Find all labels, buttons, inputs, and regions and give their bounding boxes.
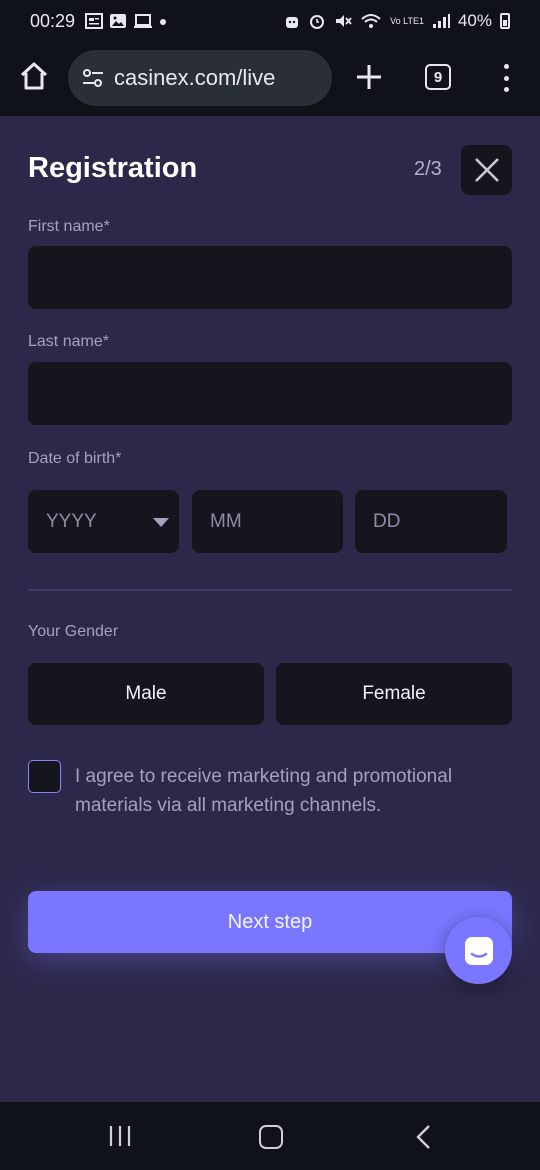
dot-icon xyxy=(160,19,167,25)
divider xyxy=(28,589,512,591)
notification-icons xyxy=(85,13,167,29)
browser-toolbar: casinex.com/live 9 xyxy=(0,42,540,116)
home-icon[interactable] xyxy=(18,60,50,92)
back-icon[interactable] xyxy=(412,1124,436,1150)
status-right: Vo LTE1 40% xyxy=(284,11,510,31)
system-nav-bar xyxy=(0,1102,540,1170)
laptop-icon xyxy=(134,14,153,28)
first-name-label: First name* xyxy=(28,218,110,235)
signal-icon xyxy=(432,14,450,28)
last-name-input[interactable] xyxy=(28,362,512,425)
plus-icon[interactable] xyxy=(354,62,384,92)
site-settings-icon[interactable] xyxy=(82,68,104,88)
battery-percent: 40% xyxy=(457,11,492,30)
chat-button[interactable] xyxy=(445,917,512,984)
marketing-consent-text: I agree to receive marketing and promoti… xyxy=(75,766,453,816)
chat-icon xyxy=(464,936,493,965)
status-bar: 00:29 Vo LTE1 40% xyxy=(0,0,540,42)
tabs-icon[interactable]: 9 xyxy=(425,64,451,90)
gender-label: Your Gender xyxy=(28,623,119,640)
home-nav-icon[interactable] xyxy=(259,1125,283,1149)
year-placeholder: YYYY xyxy=(46,510,97,532)
status-time: 00:29 xyxy=(30,10,76,31)
marketing-consent-checkbox[interactable] xyxy=(28,760,61,793)
recent-apps-icon[interactable] xyxy=(108,1124,132,1148)
dropdown-caret-icon xyxy=(153,518,169,527)
first-name-input[interactable] xyxy=(28,246,512,309)
day-input[interactable]: DD xyxy=(355,490,507,553)
year-select[interactable]: YYYY xyxy=(28,490,179,553)
battery-icon xyxy=(500,13,510,29)
page-title: Registration xyxy=(28,152,198,184)
dob-label: Date of birth* xyxy=(28,450,122,467)
close-button[interactable] xyxy=(461,145,512,195)
network-label: Vo LTE1 xyxy=(390,15,424,26)
month-placeholder: MM xyxy=(210,510,242,532)
more-menu-icon[interactable] xyxy=(496,64,516,92)
mute-icon xyxy=(336,15,352,27)
wifi-icon xyxy=(361,14,381,28)
gallery-icon xyxy=(110,14,127,28)
news-icon xyxy=(85,13,104,29)
day-placeholder: DD xyxy=(373,510,401,532)
address-bar[interactable]: casinex.com/live xyxy=(68,50,332,106)
step-indicator: 2/3 xyxy=(414,158,442,180)
url-text: casinex.com/live xyxy=(114,65,276,90)
registration-page: Registration 2/3 First name* Last name* … xyxy=(0,116,540,1102)
next-step-button[interactable]: Next step xyxy=(28,891,512,953)
month-input[interactable]: MM xyxy=(192,490,343,553)
gender-female-button[interactable]: Female xyxy=(276,663,512,725)
last-name-label: Last name* xyxy=(28,333,109,350)
alarm-icon xyxy=(310,15,325,29)
gender-male-button[interactable]: Male xyxy=(28,663,264,725)
tab-count: 9 xyxy=(433,68,443,86)
android-icon xyxy=(286,17,299,28)
close-icon xyxy=(474,158,499,182)
